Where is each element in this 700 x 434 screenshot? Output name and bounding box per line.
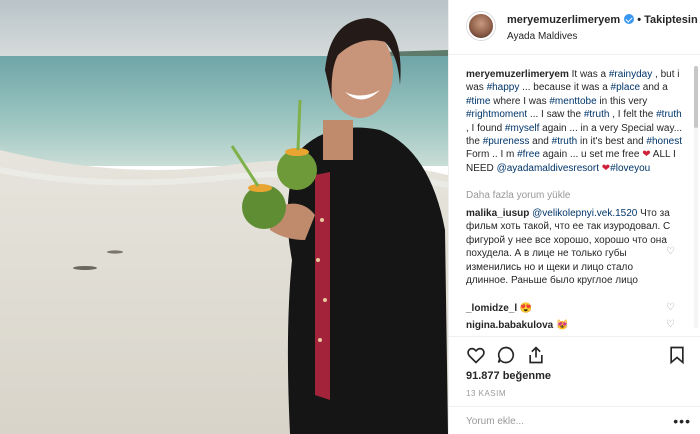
add-comment-bar: ••• xyxy=(449,406,700,434)
caption-text-segment: in it's best and xyxy=(577,136,647,148)
comment-username[interactable]: nigina.babakulova xyxy=(466,320,553,331)
heart-icon[interactable] xyxy=(466,345,486,365)
caption-text-segment: and xyxy=(529,136,552,148)
caption-text-segment: ... because it was a xyxy=(519,82,611,94)
location-link[interactable]: Ayada Maldives xyxy=(507,31,577,42)
post-actions xyxy=(449,336,700,370)
caption-hashtag-link[interactable]: @ayadamaldivesresort xyxy=(497,163,599,174)
comments-scrollbar[interactable] xyxy=(694,66,698,328)
instagram-post-view: meryemuzerlimeryem • Takiptesin Ayada Ma… xyxy=(0,0,700,434)
caption-hashtag-link[interactable]: #truth xyxy=(656,109,682,120)
comments-panel: meryemuzerlimeryem It was a #rainyday , … xyxy=(449,62,700,332)
likes-count[interactable]: 91.877 beğenme xyxy=(466,370,551,382)
comment-icon[interactable] xyxy=(496,345,516,365)
caption-hashtag-link[interactable]: #myself xyxy=(505,123,539,134)
comment-item: _lomidze_l 😍 xyxy=(466,302,674,315)
comment-like-heart-icon[interactable]: ♡ xyxy=(666,319,675,330)
caption-username[interactable]: meryemuzerlimeryem xyxy=(466,69,569,80)
more-options-icon[interactable]: ••• xyxy=(673,413,691,429)
post-date[interactable]: 13 KASIM xyxy=(466,389,506,398)
comment-like-heart-icon[interactable]: ♡ xyxy=(666,302,675,313)
caption-text-segment: in this very xyxy=(596,95,648,107)
caption-hashtag-link[interactable]: #free xyxy=(517,149,540,160)
bookmark-icon[interactable] xyxy=(667,345,687,365)
comment-username[interactable]: _lomidze_l xyxy=(466,303,517,314)
caption-hashtag-link[interactable]: #rightmoment xyxy=(466,109,527,120)
header-username[interactable]: meryemuzerlimeryem xyxy=(507,14,620,26)
caption-hashtag-link[interactable]: #rainyday xyxy=(609,69,652,80)
comment-item: nigina.babakulova 😻 xyxy=(466,319,674,332)
caption-hashtag-link[interactable]: #honest xyxy=(646,136,682,147)
caption: meryemuzerlimeryem It was a #rainyday , … xyxy=(466,68,686,175)
caption-text: It was a #rainyday , but i was #happy ..… xyxy=(466,69,682,174)
comment-mention[interactable]: @velikolepnyi.vek.1520 xyxy=(532,208,637,219)
caption-text-segment: Form .. I m xyxy=(466,149,518,161)
caption-hashtag-link[interactable]: #truth xyxy=(552,136,578,147)
beach-photo-image xyxy=(0,0,448,434)
heart-emoji-icon: ❤ xyxy=(642,149,651,161)
caption-hashtag-link[interactable]: #place xyxy=(611,82,640,93)
caption-hashtag-link[interactable]: #loveyou xyxy=(610,163,650,174)
post-sidebar: meryemuzerlimeryem • Takiptesin Ayada Ma… xyxy=(448,0,700,434)
caption-hashtag-link[interactable]: #truth xyxy=(584,109,610,120)
caption-hashtag-link[interactable]: #happy xyxy=(487,82,520,93)
caption-text-segment: , I felt the xyxy=(609,109,657,121)
caption-text-segment: It was a xyxy=(571,69,609,80)
comment-input[interactable] xyxy=(466,413,666,429)
caption-text-segment: ... I saw the xyxy=(527,109,584,121)
comment-item: malika_iusup @velikolepnyi.vek.1520 Что … xyxy=(466,207,674,287)
caption-text-segment: and a xyxy=(640,82,668,94)
verified-badge-icon xyxy=(624,14,635,24)
comment-text: 😍 xyxy=(519,303,533,314)
comment-text: Что за фильм хоть такой, что ее так изур… xyxy=(466,208,671,287)
post-header: meryemuzerlimeryem • Takiptesin Ayada Ma… xyxy=(449,0,700,55)
caption-hashtag-link[interactable]: #menttobe xyxy=(549,96,596,107)
heart-emoji-icon: ❤ xyxy=(601,162,611,174)
avatar[interactable] xyxy=(467,12,495,40)
caption-text-segment: where I was xyxy=(490,95,550,107)
comment-username[interactable]: malika_iusup xyxy=(466,208,529,219)
post-photo[interactable] xyxy=(0,0,448,434)
load-more-comments[interactable]: Daha fazla yorum yükle xyxy=(466,190,571,201)
scrollbar-thumb[interactable] xyxy=(694,66,698,128)
comment-like-heart-icon[interactable]: ♡ xyxy=(666,246,675,257)
share-icon[interactable] xyxy=(526,345,546,365)
caption-text-segment: again ... u set me free xyxy=(539,149,643,161)
follow-status[interactable]: • Takiptesin xyxy=(637,14,698,26)
comment-text: 😻 xyxy=(556,320,569,331)
caption-hashtag-link[interactable]: #time xyxy=(466,96,490,107)
header-username-row: meryemuzerlimeryem • Takiptesin xyxy=(507,14,698,26)
caption-text-segment: , I found xyxy=(466,122,505,134)
caption-hashtag-link[interactable]: #pureness xyxy=(483,136,530,147)
